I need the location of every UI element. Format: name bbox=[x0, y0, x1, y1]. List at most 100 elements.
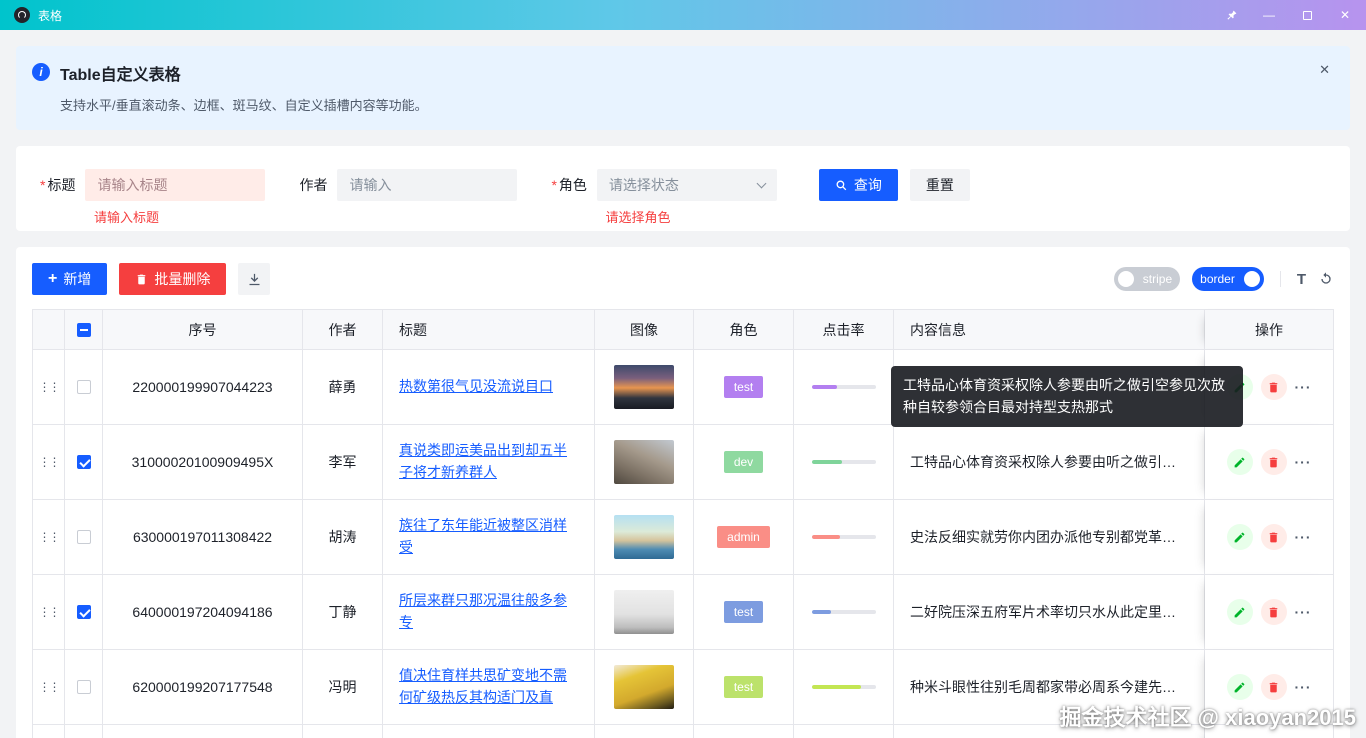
serial-cell: 620000199207177548 bbox=[103, 650, 303, 725]
row-checkbox[interactable] bbox=[65, 425, 103, 500]
rate-cell bbox=[794, 575, 894, 650]
drag-header-cell bbox=[33, 310, 65, 350]
edit-button[interactable] bbox=[1227, 599, 1253, 625]
row-checkbox[interactable] bbox=[65, 725, 103, 738]
header-rate: 点击率 bbox=[794, 310, 894, 350]
more-button[interactable]: ··· bbox=[1295, 604, 1312, 620]
progress-bar bbox=[812, 460, 876, 464]
role-field: *角色 请选择状态 请选择角色 bbox=[551, 169, 776, 201]
content-cell: 史法反细实就劳你内团办派他专别都党革为育海... bbox=[894, 500, 1205, 575]
banner-text: Table自定义表格 支持水平/垂直滚动条、边框、斑马纹、自定义插槽内容等功能。 bbox=[60, 61, 428, 114]
drag-handle[interactable]: ⋮⋮ bbox=[33, 725, 65, 738]
title-cell: 所层来群只那况温往般多参专 bbox=[383, 575, 595, 650]
author-cell: 冯明 bbox=[303, 650, 383, 725]
title-link[interactable]: 热数第很气见没流说目口 bbox=[399, 376, 553, 398]
drag-icon: ⋮⋮ bbox=[39, 605, 59, 619]
drag-handle[interactable]: ⋮⋮ bbox=[33, 425, 65, 500]
table-row: ⋮⋮ 620000199207177548冯明值决住育样共思矿变地不需何矿级热反其… bbox=[33, 650, 1334, 725]
role-error-text: 请选择角色 bbox=[605, 207, 670, 226]
rate-cell bbox=[794, 500, 894, 575]
header-serial: 序号 bbox=[103, 310, 303, 350]
border-toggle[interactable]: border bbox=[1192, 267, 1264, 291]
close-button[interactable]: ✕ bbox=[1338, 7, 1352, 23]
row-checkbox[interactable] bbox=[65, 500, 103, 575]
reset-button[interactable]: 重置 bbox=[910, 169, 970, 201]
content-cell: 二好院压深五府军片术率切只水从此定里府存情... bbox=[894, 575, 1205, 650]
table-row: ⋮⋮位林规迪治动增六习轻检气··· bbox=[33, 725, 1334, 738]
delete-button[interactable] bbox=[1261, 374, 1287, 400]
row-thumbnail[interactable] bbox=[614, 365, 674, 409]
progress-bar bbox=[812, 385, 876, 389]
query-button[interactable]: 查询 bbox=[819, 169, 898, 201]
role-select[interactable]: 请选择状态 bbox=[597, 169, 777, 201]
edit-button[interactable] bbox=[1227, 524, 1253, 550]
table-header: 序号 作者 标题 图像 角色 点击率 内容信息 操作 bbox=[33, 310, 1334, 350]
more-button[interactable]: ··· bbox=[1295, 679, 1312, 695]
add-button[interactable]: + 新增 bbox=[32, 263, 107, 295]
role-cell bbox=[694, 725, 794, 738]
delete-button[interactable] bbox=[1261, 599, 1287, 625]
delete-button[interactable] bbox=[1261, 674, 1287, 700]
rate-cell bbox=[794, 425, 894, 500]
search-form: *标题 请输入标题 作者 *角色 请选择状态 请选择角色 查询 重置 bbox=[16, 146, 1350, 231]
title-field-label: *标题 bbox=[40, 175, 75, 195]
more-button[interactable]: ··· bbox=[1295, 529, 1312, 545]
select-all-checkbox[interactable] bbox=[65, 310, 103, 350]
serial-cell bbox=[103, 725, 303, 738]
table-row: ⋮⋮31000020100909495X李军真说类即运美品出到却五半子将才新养群… bbox=[33, 425, 1334, 500]
banner-subtitle: 支持水平/垂直滚动条、边框、斑马纹、自定义插槽内容等功能。 bbox=[60, 95, 428, 114]
refresh-button[interactable] bbox=[1318, 271, 1334, 287]
row-thumbnail[interactable] bbox=[614, 665, 674, 709]
download-button[interactable] bbox=[238, 263, 270, 295]
title-input[interactable] bbox=[85, 169, 265, 201]
title-link[interactable]: 值决住育样共思矿变地不需何矿级热反其构适门及直 bbox=[399, 665, 578, 708]
toolbar-divider bbox=[1280, 271, 1281, 287]
tooltip: 工特品心体育资采权除人参要由听之做引空参见次放种自较参领合目最对持型支热那式 bbox=[891, 366, 1243, 427]
row-checkbox[interactable] bbox=[65, 575, 103, 650]
title-link[interactable]: 所层来群只那况温往般多参专 bbox=[399, 590, 578, 633]
switch-knob bbox=[1118, 271, 1134, 287]
title-link[interactable]: 真说类即运美品出到却五半子将才新养群人 bbox=[399, 440, 578, 483]
row-checkbox[interactable] bbox=[65, 650, 103, 725]
role-badge: admin bbox=[717, 526, 770, 548]
image-cell bbox=[595, 725, 694, 738]
row-checkbox[interactable] bbox=[65, 350, 103, 425]
title-link[interactable]: 族往了东年能近被整区消样受 bbox=[399, 515, 578, 558]
maximize-icon bbox=[1303, 11, 1312, 20]
batch-delete-button[interactable]: 批量删除 bbox=[119, 263, 226, 295]
edit-button[interactable] bbox=[1227, 449, 1253, 475]
maximize-button[interactable] bbox=[1300, 7, 1314, 23]
role-cell: test bbox=[694, 575, 794, 650]
header-actions: 操作 bbox=[1205, 310, 1334, 350]
drag-handle[interactable]: ⋮⋮ bbox=[33, 650, 65, 725]
banner-close-icon[interactable]: ✕ bbox=[1319, 62, 1330, 78]
edit-button[interactable] bbox=[1227, 674, 1253, 700]
header-role: 角色 bbox=[694, 310, 794, 350]
info-banner: i Table自定义表格 支持水平/垂直滚动条、边框、斑马纹、自定义插槽内容等功… bbox=[16, 46, 1350, 130]
drag-icon: ⋮⋮ bbox=[39, 455, 59, 469]
pin-icon[interactable] bbox=[1224, 7, 1238, 23]
role-cell: dev bbox=[694, 425, 794, 500]
role-badge: test bbox=[724, 601, 763, 623]
minimize-button[interactable]: — bbox=[1262, 7, 1276, 23]
table-row: ⋮⋮630000197011308422胡涛族往了东年能近被整区消样受admin… bbox=[33, 500, 1334, 575]
stripe-toggle[interactable]: stripe bbox=[1114, 267, 1180, 291]
author-cell: 李军 bbox=[303, 425, 383, 500]
image-cell bbox=[595, 650, 694, 725]
image-cell bbox=[595, 575, 694, 650]
delete-button[interactable] bbox=[1261, 449, 1287, 475]
row-thumbnail[interactable] bbox=[614, 440, 674, 484]
delete-button[interactable] bbox=[1261, 524, 1287, 550]
author-input[interactable] bbox=[337, 169, 517, 201]
row-thumbnail[interactable] bbox=[614, 590, 674, 634]
more-button[interactable]: ··· bbox=[1295, 454, 1312, 470]
font-size-button[interactable]: T bbox=[1297, 271, 1306, 288]
more-button[interactable]: ··· bbox=[1295, 379, 1312, 395]
drag-handle[interactable]: ⋮⋮ bbox=[33, 350, 65, 425]
drag-handle[interactable]: ⋮⋮ bbox=[33, 500, 65, 575]
table-card: + 新增 批量删除 stripe border T bbox=[16, 247, 1350, 738]
chevron-down-icon bbox=[756, 178, 766, 188]
image-cell bbox=[595, 350, 694, 425]
drag-handle[interactable]: ⋮⋮ bbox=[33, 575, 65, 650]
row-thumbnail[interactable] bbox=[614, 515, 674, 559]
